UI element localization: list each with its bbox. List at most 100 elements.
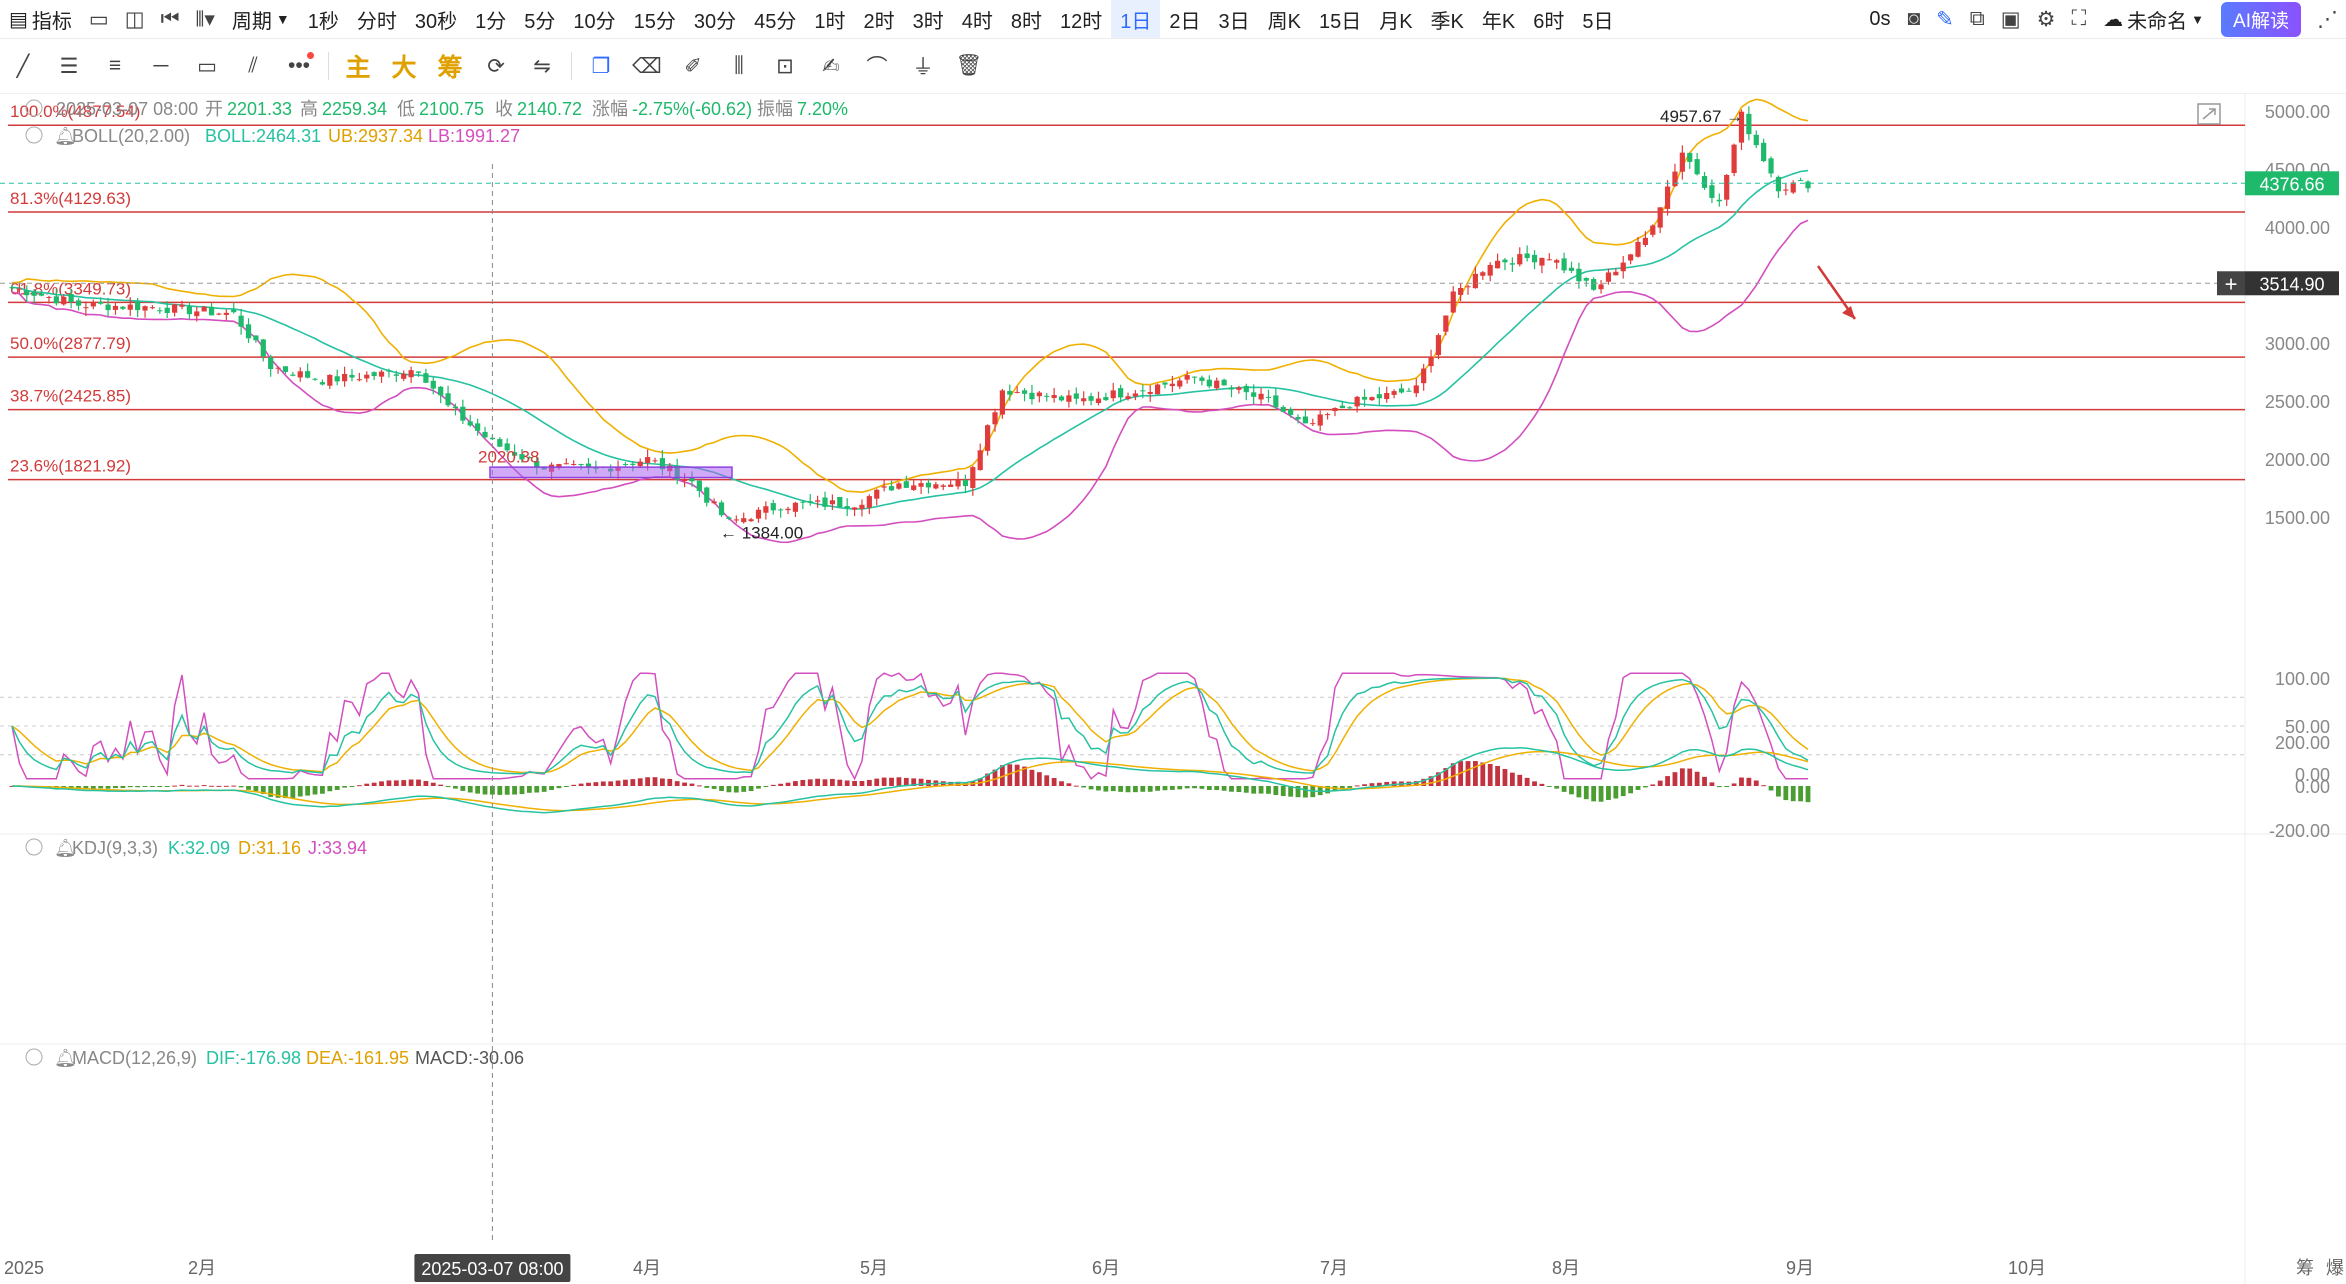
period-0[interactable]: 1秒 [299, 0, 348, 38]
macd-hist-bar [1266, 786, 1271, 794]
horizontal-lines-icon[interactable]: ≡ [92, 46, 138, 86]
sync-icon[interactable]: ⟳ [473, 46, 519, 86]
big-order-button[interactable]: 大 [381, 46, 427, 86]
period-23[interactable]: 6时 [1524, 0, 1573, 38]
candles-icon[interactable]: ⫼ [716, 46, 762, 86]
period-15[interactable]: 1日 [1111, 0, 1161, 38]
price-chart[interactable]: 5000.004500.004000.003500.003000.002500.… [0, 94, 2346, 1284]
share-icon[interactable]: ⋰ [2309, 0, 2346, 38]
fullscreen-icon[interactable]: ⛶ [2063, 0, 2094, 38]
macd-hist-bar [423, 781, 429, 786]
candle-body [327, 374, 333, 386]
macd-hist-bar [586, 782, 591, 786]
macd-hist-bar [874, 778, 880, 786]
macd-hist-bar [785, 782, 791, 786]
period-8[interactable]: 45分 [745, 0, 805, 38]
macd-hist-bar [1783, 786, 1789, 801]
trendline-icon[interactable]: ╱ [0, 46, 46, 86]
compare-icon[interactable]: ⇋ [519, 46, 565, 86]
window-icon[interactable]: ⧉ [1962, 0, 1993, 38]
high-label: 高 [300, 99, 318, 119]
macd-hist-bar [637, 778, 643, 786]
period-1[interactable]: 分时 [348, 0, 406, 38]
candle-body [1391, 391, 1397, 395]
lock-icon[interactable]: ⊡ [762, 46, 808, 86]
candle-body [460, 406, 466, 421]
macd-hist-bar [733, 786, 739, 793]
period-11[interactable]: 3时 [904, 0, 953, 38]
rectangle-icon[interactable]: ▭ [184, 46, 230, 86]
period-14[interactable]: 12时 [1051, 0, 1111, 38]
more-tools-icon[interactable]: ••• [276, 46, 322, 86]
horizontal-line-icon[interactable]: ─ [138, 46, 184, 86]
candle-body [1458, 287, 1464, 295]
period-12[interactable]: 4时 [953, 0, 1002, 38]
period-10[interactable]: 2时 [854, 0, 903, 38]
main-force-button[interactable]: 主 [335, 46, 381, 86]
copy-icon[interactable]: ❐ [578, 46, 624, 86]
macd-hist-bar [889, 777, 894, 786]
filter-icon[interactable]: ⏚ [900, 46, 946, 86]
eraser-icon[interactable]: ⌫ [624, 46, 670, 86]
period-3[interactable]: 1分 [466, 0, 515, 38]
ai-interpret-button[interactable]: AI解读 [2221, 1, 2301, 37]
brush-icon[interactable]: ✐ [670, 46, 716, 86]
period-22[interactable]: 年K [1473, 0, 1524, 38]
candle-body [778, 509, 784, 511]
period-16[interactable]: 2日 [1160, 0, 1209, 38]
candle-body [622, 464, 629, 466]
candle-body [1243, 385, 1249, 393]
camera-icon[interactable]: ◙ [1900, 0, 1929, 38]
rewind-icon[interactable]: ⏮ [153, 0, 188, 38]
candle-body [305, 371, 311, 378]
period-5[interactable]: 10分 [564, 0, 624, 38]
period-13[interactable]: 8时 [1002, 0, 1051, 38]
chart-type-icon[interactable]: ⫴▾ [188, 0, 223, 38]
period-9[interactable]: 1时 [805, 0, 854, 38]
pen-icon[interactable]: ✎ [1928, 0, 1962, 38]
period-18[interactable]: 周K [1259, 0, 1310, 38]
candle-body [1435, 335, 1442, 356]
period-6[interactable]: 15分 [625, 0, 685, 38]
trash-icon[interactable]: 🗑 [946, 46, 992, 86]
kdj-d-line [11, 677, 1809, 774]
macd-hist-bar [349, 786, 355, 787]
x-tick-label: 10月 [2008, 1258, 2046, 1278]
period-dropdown[interactable]: 周期 ▼ [223, 0, 299, 38]
macd-hist-bar [741, 786, 747, 792]
calendar-icon[interactable]: ▭ [81, 0, 117, 38]
candle-body [186, 306, 192, 315]
macd-hist-bar [593, 782, 599, 786]
period-2[interactable]: 30秒 [406, 0, 466, 38]
candle-body [630, 463, 636, 465]
chip-button[interactable]: 筹 [427, 46, 473, 86]
period-19[interactable]: 15日 [1310, 0, 1370, 38]
amp-label: 振幅 [757, 99, 793, 119]
macd-hist-bar [1184, 786, 1190, 789]
layout-icon[interactable]: ◫ [117, 0, 153, 38]
macd-hist-bar [467, 786, 473, 793]
magnet-icon[interactable]: ⌒ [854, 46, 900, 86]
indicator-button[interactable]: ▤ 指标 [0, 0, 81, 38]
boll-upper-line [11, 98, 1809, 494]
period-20[interactable]: 月K [1370, 0, 1421, 38]
candle-body [1036, 392, 1042, 397]
expand-icon[interactable] [2197, 103, 2221, 125]
period-24[interactable]: 5日 [1573, 0, 1622, 38]
note-icon[interactable]: ✍ [808, 46, 854, 86]
period-17[interactable]: 3日 [1209, 0, 1258, 38]
candle-body [223, 312, 229, 315]
macd-hist-bar [837, 779, 843, 786]
period-21[interactable]: 季K [1422, 0, 1473, 38]
period-4[interactable]: 5分 [515, 0, 564, 38]
macd-hist-bar [445, 786, 451, 788]
fib-icon[interactable]: ⫽ [230, 46, 276, 86]
macd-hist-bar [896, 777, 902, 786]
layout-name-dropdown[interactable]: ☁ 未命名 ▼ [2094, 0, 2213, 38]
gear-icon[interactable]: ⚙ [2029, 0, 2064, 38]
kdj-name: KDJ(9,3,3) [72, 838, 158, 858]
parallel-channel-icon[interactable]: ☰ [46, 46, 92, 86]
period-7[interactable]: 30分 [685, 0, 745, 38]
image-icon[interactable]: ▣ [1993, 0, 2029, 38]
candle-body [275, 367, 281, 369]
